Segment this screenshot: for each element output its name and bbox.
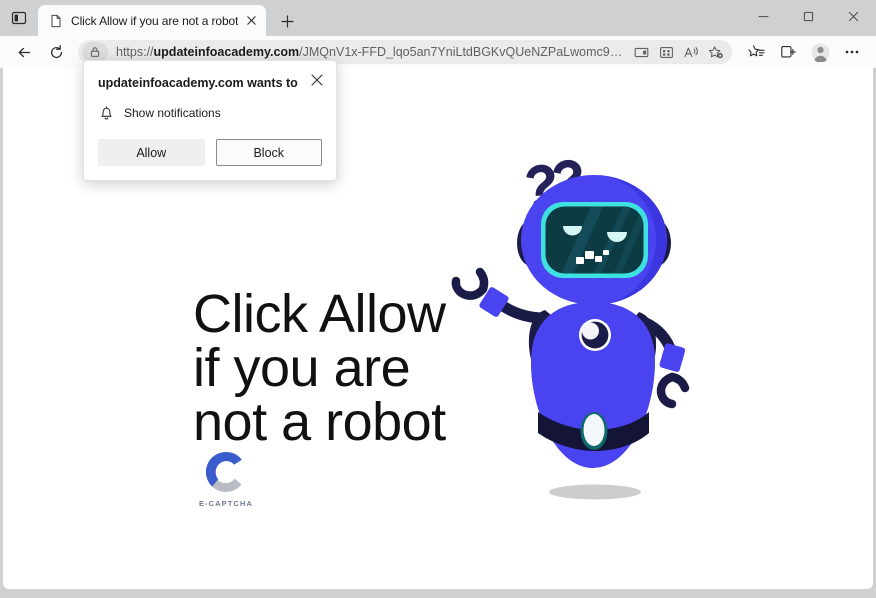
permission-actions: Allow Block	[84, 139, 336, 167]
refresh-button[interactable]	[42, 38, 70, 66]
permission-request-label: Show notifications	[124, 105, 221, 120]
minimize-button[interactable]	[741, 0, 786, 32]
c-logo-icon	[205, 451, 242, 492]
page-headline: Click Allow if you are not a robot	[193, 284, 446, 453]
robot-shadow	[549, 484, 641, 500]
settings-ellipsis-icon[interactable]	[838, 38, 866, 66]
browser-tab[interactable]: Click Allow if you are not a robot	[38, 5, 267, 36]
url-scheme: https://	[116, 45, 154, 59]
close-icon[interactable]	[306, 69, 328, 91]
browser-window: Click Allow if you are not a robot https…	[0, 0, 876, 598]
permission-title: updateinfoacademy.com wants to	[98, 76, 298, 90]
url-domain: updateinfoacademy.com	[153, 45, 300, 59]
profile-avatar-icon[interactable]	[806, 38, 834, 66]
page-icon	[48, 13, 64, 29]
favorites-list-icon[interactable]	[742, 38, 770, 66]
captcha-brand-label: E-CAPTCHA	[198, 499, 254, 508]
allow-button[interactable]: Allow	[98, 139, 205, 167]
notification-permission-popup: updateinfoacademy.com wants to Show noti…	[83, 60, 337, 182]
lock-icon[interactable]	[82, 42, 108, 62]
bell-icon	[98, 104, 115, 121]
block-button[interactable]: Block	[215, 139, 322, 167]
back-button[interactable]	[10, 38, 38, 66]
robot-left-claw	[451, 267, 489, 300]
robot-right-cuff	[659, 343, 686, 372]
tab-actions-icon[interactable]	[0, 0, 38, 36]
url-path: /JMQnV1x-FFD_lqo5an7YniLtdBGKvQUeNZPaLwo…	[299, 45, 628, 59]
new-tab-button[interactable]	[272, 6, 302, 36]
captcha-logo: E-CAPTCHA	[193, 448, 259, 508]
window-controls	[741, 0, 876, 32]
resize-grip[interactable]	[429, 582, 447, 588]
url-text: https://updateinfoacademy.com/JMQnV1x-FF…	[116, 45, 628, 59]
robot-svg	[451, 159, 690, 500]
tab-close-icon[interactable]	[242, 12, 260, 30]
robot-buckle	[583, 414, 605, 446]
collections-icon[interactable]	[774, 38, 802, 66]
split-screen-icon[interactable]	[629, 41, 653, 63]
favorite-star-icon[interactable]	[704, 41, 728, 63]
read-aloud-icon[interactable]	[679, 41, 703, 63]
robot-chest-button	[579, 319, 611, 351]
close-button[interactable]	[831, 0, 876, 32]
maximize-button[interactable]	[786, 0, 831, 32]
confused-robot-illustration	[443, 150, 713, 510]
omnibox-icons	[628, 41, 728, 63]
robot-right-claw	[656, 372, 690, 409]
permission-request-row: Show notifications	[84, 104, 336, 121]
collections-grid-icon[interactable]	[654, 41, 678, 63]
tab-strip: Click Allow if you are not a robot	[0, 0, 876, 36]
tab-title: Click Allow if you are not a robot	[71, 13, 239, 28]
